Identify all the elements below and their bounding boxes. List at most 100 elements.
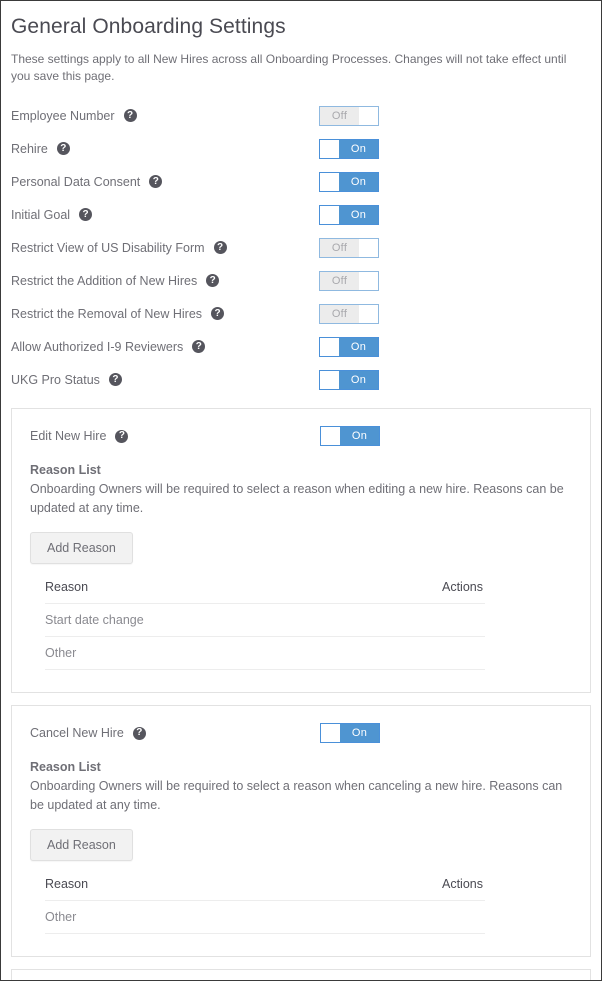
setting-row-ukg-pro-status: UKG Pro Status? On [11, 363, 591, 396]
setting-label: Initial Goal [11, 207, 71, 222]
setting-row-initial-goal: Initial Goal? On [11, 198, 591, 231]
toggle-knob [320, 172, 339, 191]
toggle-knob [320, 205, 339, 224]
page-content: General Onboarding Settings These settin… [1, 1, 601, 980]
card-spacer [30, 934, 572, 938]
toggle-slot: Off [319, 303, 379, 324]
setting-label: Restrict the Addition of New Hires [11, 273, 198, 288]
card-cancel-new-hire: Cancel New Hire? On Reason List Onboarding … [11, 705, 591, 957]
toggle-slot: Off [319, 105, 379, 126]
toggle-state-label: On [339, 370, 378, 389]
reason-list-description: Onboarding Owners will be required to se… [30, 482, 564, 515]
toggle-cancel-new-hire[interactable]: On [320, 723, 380, 743]
actions-cell [351, 603, 485, 637]
help-icon[interactable]: ? [149, 175, 163, 188]
help-icon[interactable]: ? [213, 241, 227, 254]
toggle-knob [321, 724, 340, 742]
toggle-edit-new-hire[interactable]: On [320, 426, 380, 446]
help-icon[interactable]: ? [115, 429, 129, 443]
reason-list-heading: Reason List [30, 760, 101, 774]
add-reason-button[interactable]: Add Reason [30, 532, 133, 564]
setting-label: Restrict the Removal of New Hires [11, 306, 203, 321]
column-header-reason: Reason [45, 877, 266, 901]
toggle-rehire[interactable]: On [319, 138, 379, 159]
help-icon[interactable]: ? [192, 340, 206, 353]
setting-row-restrict-the-removal-of-new-hires: Restrict the Removal of New Hires? Off [11, 297, 591, 330]
toggle-state-label: Off [320, 106, 359, 125]
reason-cell: Other [45, 636, 352, 670]
toggle-ukg-pro-status[interactable]: On [319, 369, 379, 390]
reason-list-heading: Reason List [30, 463, 101, 477]
toggle-slot: Off [319, 270, 379, 291]
table-header-row: Reason Actions [45, 877, 485, 901]
page-title: General Onboarding Settings [11, 15, 286, 38]
reason-table: Reason Actions Start date change Other [45, 580, 485, 670]
setting-label: Cancel New Hire [30, 726, 124, 740]
reason-cell: Start date change [45, 603, 352, 637]
help-icon[interactable]: ? [123, 109, 137, 122]
setting-row-allow-authorized-i-9-reviewers: Allow Authorized I-9 Reviewers? On [11, 330, 591, 363]
toggle-state-label: Off [320, 238, 359, 257]
help-icon[interactable]: ? [211, 307, 225, 320]
help-icon[interactable]: ? [56, 142, 70, 155]
setting-row-restrict-view-of-us-disability-form: Restrict View of US Disability Form? Off [11, 231, 591, 264]
toggle-restrict-view-of-us-disability-form[interactable]: Off [319, 237, 379, 258]
toggle-employee-number[interactable]: Off [319, 105, 379, 126]
setting-label: Allow Authorized I-9 Reviewers [11, 339, 184, 354]
settings-page: General Onboarding Settings These settin… [0, 0, 602, 981]
toggle-slot: On [319, 171, 379, 192]
toggle-knob [320, 370, 339, 389]
table-row: Other [45, 900, 485, 934]
toggle-state-label: Off [320, 271, 359, 290]
reason-table: Reason Actions Other [45, 877, 485, 934]
help-icon[interactable]: ? [206, 274, 220, 287]
setting-row-restrict-the-addition-of-new-hires: Restrict the Addition of New Hires? Off [11, 264, 591, 297]
toggle-state-label: On [339, 205, 378, 224]
table-row: Other [45, 636, 485, 670]
card-helpful-information: Helpful Information On With this setting… [11, 969, 591, 980]
cards-container: Edit New Hire? On Reason List Onboarding Ow… [11, 408, 591, 957]
toggle-state-label: On [339, 139, 378, 158]
settings-list: Employee Number? Off Rehire? On Personal Dat… [11, 99, 591, 396]
help-icon[interactable]: ? [79, 208, 93, 221]
toggle-slot: Off [319, 237, 379, 258]
toggle-knob [321, 427, 340, 445]
toggle-slot: On [319, 369, 379, 390]
setting-row-personal-data-consent: Personal Data Consent? On [11, 165, 591, 198]
setting-label: Employee Number [11, 108, 115, 123]
help-icon[interactable]: ? [108, 373, 122, 386]
toggle-slot: On [320, 426, 380, 446]
toggle-state-label: On [340, 427, 379, 445]
actions-cell [265, 900, 485, 934]
card-spacer [30, 670, 572, 674]
reason-list-description: Onboarding Owners will be required to se… [30, 779, 563, 812]
help-icon[interactable]: ? [132, 726, 146, 740]
setting-label: Rehire [11, 141, 48, 156]
toggle-slot: On [320, 723, 380, 743]
actions-cell [351, 636, 485, 670]
toggle-initial-goal[interactable]: On [319, 204, 379, 225]
setting-row-employee-number: Employee Number? Off [11, 99, 591, 132]
toggle-knob [320, 139, 339, 158]
toggle-allow-authorized-i-9-reviewers[interactable]: On [319, 336, 379, 357]
toggle-state-label: Off [320, 304, 359, 323]
add-reason-button[interactable]: Add Reason [30, 829, 133, 861]
toggle-restrict-the-addition-of-new-hires[interactable]: Off [319, 270, 379, 291]
toggle-personal-data-consent[interactable]: On [319, 171, 379, 192]
setting-label: Restrict View of US Disability Form [11, 240, 205, 255]
toggle-state-label: On [339, 172, 378, 191]
table-header-row: Reason Actions [45, 580, 485, 604]
setting-row: Cancel New Hire? On [30, 720, 572, 746]
toggle-slot: On [319, 336, 379, 357]
column-header-actions: Actions [265, 877, 485, 901]
setting-label: UKG Pro Status [11, 372, 100, 387]
table-row: Start date change [45, 603, 485, 637]
toggle-knob [359, 238, 378, 257]
toggle-slot: On [319, 204, 379, 225]
toggle-knob [359, 271, 378, 290]
toggle-knob [359, 304, 378, 323]
setting-row-rehire: Rehire? On [11, 132, 591, 165]
card-edit-new-hire: Edit New Hire? On Reason List Onboarding Ow… [11, 408, 591, 693]
reason-cell: Other [45, 900, 266, 934]
toggle-restrict-the-removal-of-new-hires[interactable]: Off [319, 303, 379, 324]
